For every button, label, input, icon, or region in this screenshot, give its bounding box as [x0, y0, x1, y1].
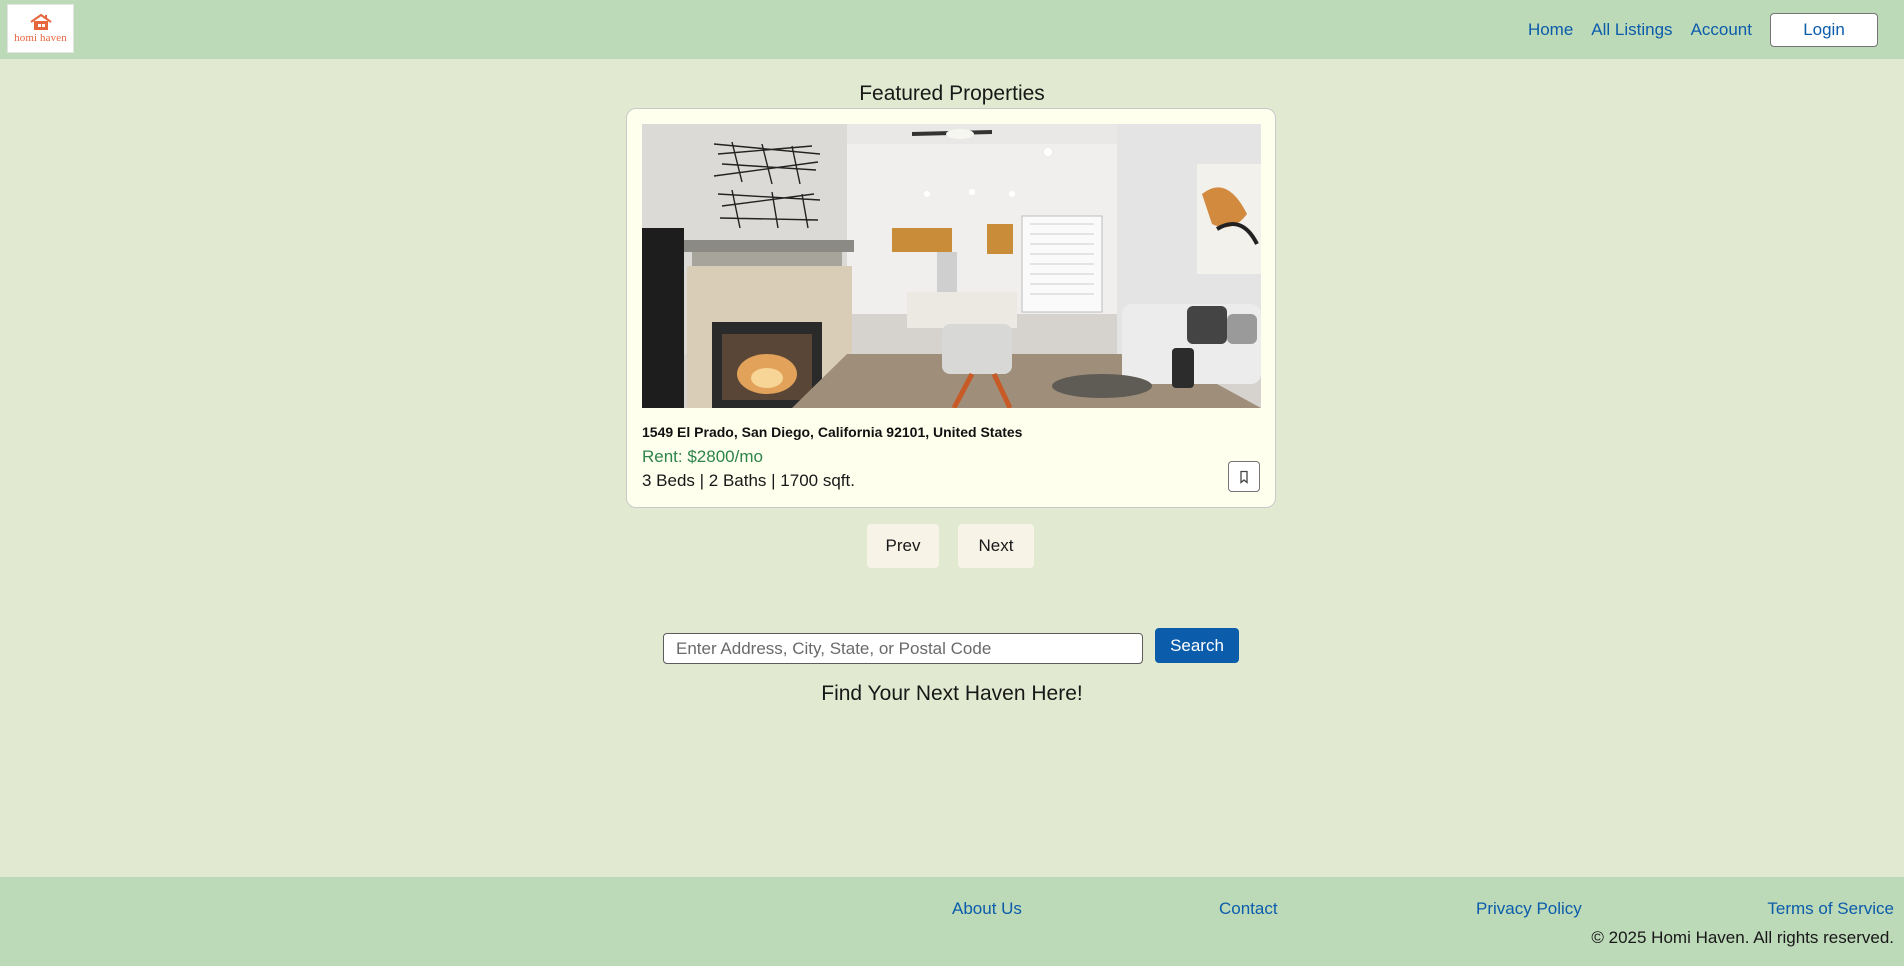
- tagline: Find Your Next Haven Here!: [821, 682, 1083, 705]
- house-icon: [29, 13, 52, 30]
- login-button[interactable]: Login: [1770, 12, 1878, 47]
- property-photo[interactable]: [642, 124, 1261, 408]
- save-property-button[interactable]: [1228, 461, 1260, 492]
- property-address: 1549 El Prado, San Diego, California 921…: [642, 424, 1023, 440]
- nav-home-link[interactable]: Home: [1528, 20, 1573, 40]
- featured-property-card[interactable]: 1549 El Prado, San Diego, California 921…: [626, 108, 1276, 508]
- property-specs: 3 Beds | 2 Baths | 1700 sqft.: [642, 471, 855, 490]
- site-header: homi haven Home All Listings Account Log…: [0, 0, 1904, 59]
- next-button[interactable]: Next: [958, 524, 1034, 568]
- search-button[interactable]: Search: [1155, 628, 1239, 663]
- nav-all-listings-link[interactable]: All Listings: [1591, 20, 1672, 40]
- main-nav: Home All Listings Account Login: [1528, 0, 1904, 59]
- logo-text: homi haven: [14, 32, 67, 44]
- prev-button[interactable]: Prev: [867, 524, 939, 568]
- property-rent: Rent: $2800/mo: [642, 447, 763, 466]
- nav-account-link[interactable]: Account: [1691, 20, 1752, 40]
- footer-terms-link[interactable]: Terms of Service: [1767, 899, 1894, 919]
- copyright-text: © 2025 Homi Haven. All rights reserved.: [1591, 928, 1894, 947]
- bookmark-icon: [1240, 470, 1248, 484]
- footer-about-link[interactable]: About Us: [952, 899, 1022, 919]
- footer-privacy-link[interactable]: Privacy Policy: [1476, 899, 1582, 919]
- footer-contact-link[interactable]: Contact: [1219, 899, 1278, 919]
- living-room-photo: [642, 124, 1261, 408]
- search-input[interactable]: [663, 633, 1143, 664]
- site-logo[interactable]: homi haven: [7, 4, 74, 53]
- site-footer: About Us Contact Privacy Policy Terms of…: [0, 877, 1904, 966]
- featured-properties-title: Featured Properties: [859, 82, 1045, 105]
